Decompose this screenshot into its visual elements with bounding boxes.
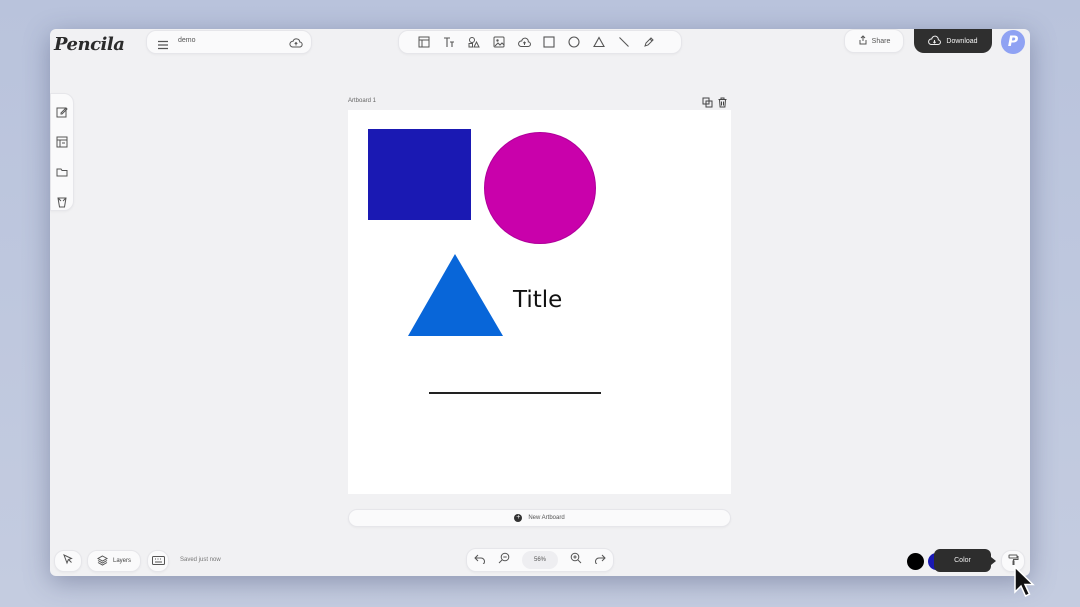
layers-button[interactable]: Layers bbox=[87, 550, 141, 572]
upload-icon[interactable] bbox=[516, 34, 532, 50]
rectangle-icon[interactable] bbox=[541, 34, 557, 50]
folder-icon[interactable] bbox=[56, 165, 68, 183]
pen-icon[interactable] bbox=[641, 34, 657, 50]
artboard-canvas[interactable]: Title bbox=[348, 110, 731, 494]
left-sidebar bbox=[50, 93, 74, 211]
color-swatch-black[interactable] bbox=[907, 553, 924, 570]
keyboard-shortcuts-button[interactable] bbox=[147, 550, 169, 572]
redo-icon[interactable] bbox=[594, 551, 606, 569]
line-icon[interactable] bbox=[616, 34, 632, 50]
share-button[interactable]: Share bbox=[844, 29, 904, 53]
layers-icon bbox=[96, 554, 109, 568]
color-tooltip: Color bbox=[934, 549, 996, 572]
insert-toolbar bbox=[398, 30, 682, 54]
shapes-icon[interactable] bbox=[466, 34, 482, 50]
undo-icon[interactable] bbox=[474, 551, 486, 569]
text-icon[interactable] bbox=[441, 34, 457, 50]
circle-icon[interactable] bbox=[566, 34, 582, 50]
new-artboard-button[interactable]: + New Artboard bbox=[348, 509, 731, 527]
square-shape[interactable] bbox=[368, 129, 471, 220]
plus-icon: + bbox=[514, 514, 523, 522]
hamburger-menu-icon[interactable] bbox=[157, 37, 169, 50]
user-avatar[interactable]: P bbox=[1001, 30, 1025, 54]
template-icon[interactable] bbox=[416, 34, 432, 50]
artboard-label: Artboard 1 bbox=[348, 98, 377, 104]
circle-shape[interactable] bbox=[484, 132, 596, 244]
zoom-in-icon[interactable] bbox=[570, 551, 582, 569]
title-text-element[interactable]: Title bbox=[513, 287, 562, 313]
download-label: Download bbox=[946, 37, 978, 45]
new-artboard-label: New Artboard bbox=[528, 515, 565, 521]
share-icon bbox=[858, 35, 868, 47]
app-logo: Pencila bbox=[54, 34, 125, 55]
line-shape[interactable] bbox=[429, 392, 601, 394]
templates-icon[interactable] bbox=[56, 135, 68, 153]
zoom-controls: 56% bbox=[466, 548, 614, 572]
file-name[interactable]: demo bbox=[178, 37, 196, 44]
download-button[interactable]: Download bbox=[914, 29, 992, 53]
save-status: Saved just now bbox=[180, 557, 221, 563]
zoom-level[interactable]: 56% bbox=[522, 551, 558, 569]
pointer-icon bbox=[62, 552, 74, 570]
triangle-icon[interactable] bbox=[591, 34, 607, 50]
triangle-shape[interactable] bbox=[407, 253, 505, 337]
zoom-out-icon[interactable] bbox=[498, 551, 510, 569]
edit-icon[interactable] bbox=[56, 105, 68, 123]
layers-label: Layers bbox=[112, 558, 131, 564]
file-menu-pill: demo bbox=[146, 30, 312, 54]
cloud-download-icon bbox=[928, 35, 942, 48]
pointer-tool-button[interactable] bbox=[54, 550, 82, 572]
keyboard-icon bbox=[151, 552, 165, 570]
mouse-cursor-icon bbox=[1014, 565, 1035, 598]
bottom-toolbar: Layers Saved just now 56% Color bbox=[50, 548, 1030, 576]
app-window: Pencila demo Share Download P Artboard 1… bbox=[50, 29, 1030, 576]
clear-icon[interactable] bbox=[56, 195, 68, 213]
image-icon[interactable] bbox=[491, 34, 507, 50]
cloud-save-icon[interactable] bbox=[289, 36, 303, 54]
share-label: Share bbox=[871, 37, 891, 45]
